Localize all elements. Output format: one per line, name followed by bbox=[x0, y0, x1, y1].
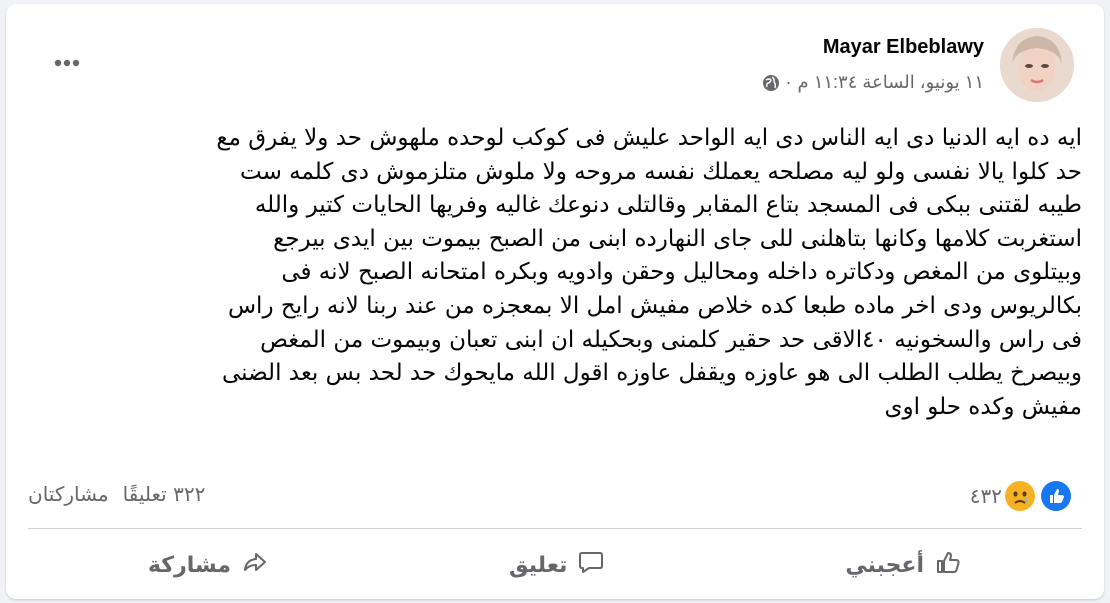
post-body-line: حد كلوا يالا نفسى ولو ليه مصلحه يعملك نف… bbox=[240, 158, 1082, 185]
post-body-line: بكالريوس ودى اخر ماده طبعا كده خلاص مفيش… bbox=[227, 292, 1082, 319]
action-bar: أعجبني تعليق مشاركة bbox=[28, 536, 1082, 594]
share-count[interactable]: مشاركتان bbox=[28, 482, 109, 506]
author-name[interactable]: Mayar Elbeblawy bbox=[823, 36, 984, 59]
reaction-count[interactable]: ٤٣٢ bbox=[970, 484, 1002, 508]
reactions-summary[interactable]: ٤٣٢ bbox=[970, 478, 1074, 514]
post-meta: ١١ يونيو، الساعة ١١:٣٤ م · bbox=[762, 72, 984, 93]
post-body-line: استغربت كلامها وكانها بتاهلنى للى جاى ال… bbox=[273, 225, 1082, 252]
more-horizontal-icon[interactable] bbox=[50, 46, 84, 80]
sad-icon bbox=[1002, 478, 1038, 514]
globe-icon[interactable] bbox=[762, 74, 780, 92]
like-button[interactable]: أعجبني bbox=[831, 542, 976, 588]
post-body-line: ايه ده ايه الدنيا دى ايه الناس دى ايه ال… bbox=[216, 125, 1082, 151]
post-body-line: فى راس والسخونيه ٤٠الاقى حد حقير كلمنى و… bbox=[260, 326, 1082, 353]
post-header: Mayar Elbeblawy ١١ يونيو، الساعة ١١:٣٤ م… bbox=[6, 26, 1104, 106]
like-label: أعجبني bbox=[845, 552, 925, 578]
comment-button[interactable]: تعليق bbox=[495, 542, 619, 588]
engagement-counts: ٣٢٢ تعليقًا مشاركتان bbox=[28, 482, 205, 506]
post-card: Mayar Elbeblawy ١١ يونيو، الساعة ١١:٣٤ م… bbox=[6, 4, 1104, 599]
comment-label: تعليق bbox=[508, 552, 568, 578]
comment-count[interactable]: ٣٢٢ تعليقًا bbox=[123, 482, 206, 506]
share-icon bbox=[241, 548, 269, 582]
post-body-line: وبيتلوى من المغص ودكاتره داخله ومحاليل و… bbox=[281, 259, 1082, 286]
post-timestamp[interactable]: ١١ يونيو، الساعة ١١:٣٤ م bbox=[798, 72, 984, 93]
share-label: مشاركة bbox=[147, 552, 232, 578]
share-button[interactable]: مشاركة bbox=[134, 542, 283, 588]
post-stats: ٤٣٢ ٣٢٢ تعليقًا مشاركتان bbox=[28, 474, 1074, 514]
action-divider bbox=[28, 528, 1082, 529]
like-icon bbox=[1038, 478, 1074, 514]
avatar-image bbox=[1000, 28, 1074, 102]
post-body-line: طيبه لقتنى ببكى فى المسجد بتاع المقابر و… bbox=[254, 192, 1082, 219]
post-body: ايه ده ايه الدنيا دى ايه الناس دى ايه ال… bbox=[38, 122, 1082, 424]
comment-icon bbox=[577, 548, 605, 582]
author-avatar[interactable] bbox=[1000, 28, 1074, 102]
post-body-line: مفيش وكده حلو اوى bbox=[884, 393, 1082, 420]
thumbs-up-icon bbox=[934, 548, 962, 582]
post-body-line: وبيصرخ يطلب الطلب الى هو عاوزه ويقفل عاو… bbox=[222, 360, 1082, 387]
meta-separator: · bbox=[785, 72, 792, 92]
